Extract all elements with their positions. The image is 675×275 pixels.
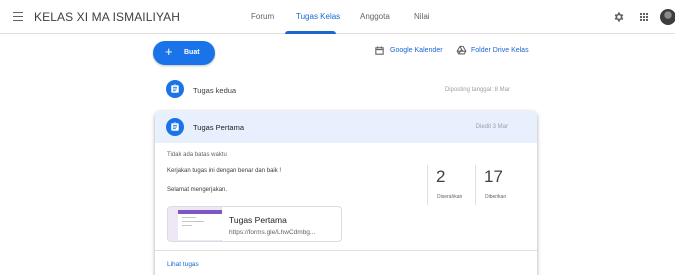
due-date-text: Tidak ada batas waktu [167, 152, 227, 158]
google-calendar-link[interactable]: Google Kalender [390, 47, 443, 54]
assigned-count[interactable]: 17 [484, 167, 503, 187]
create-button-label: Buat [184, 49, 200, 56]
assignment-date: Diposting tanggal: 8 Mar [444, 87, 510, 93]
plus-icon: + [165, 44, 173, 59]
class-drive-folder-link[interactable]: Folder Drive Kelas [471, 47, 529, 54]
assignment-icon [166, 80, 184, 98]
view-assignment-link[interactable]: Lihat tugas [167, 261, 199, 268]
assignment-description: Kerjakan tugas ini dengan benar dan baik… [167, 168, 282, 174]
active-tab-indicator [285, 31, 336, 34]
assignment-icon [166, 118, 184, 136]
attachment-title: Tugas Pertama [229, 215, 287, 225]
class-title[interactable]: KELAS XI MA ISMAILIYAH [34, 10, 180, 24]
assignment-description: Selamat mengerjakan. [167, 187, 228, 193]
avatar[interactable] [660, 9, 675, 25]
create-button[interactable]: + Buat [153, 41, 215, 65]
assignment-date: Diedit 3 Mar [475, 124, 508, 130]
submitted-label: Diserahkan [437, 194, 463, 200]
apps-grid-icon[interactable] [638, 11, 650, 23]
card-divider [155, 250, 537, 251]
menu-icon[interactable] [13, 12, 23, 21]
attachment-url: https://forms.gle/LhwCdmbg... [229, 229, 316, 236]
submitted-count[interactable]: 2 [436, 167, 445, 187]
assignment-title: Tugas kedua [193, 86, 237, 95]
stats-divider [475, 165, 476, 205]
assignment-row[interactable]: Tugas kedua Diposting tanggal: 8 Mar [155, 72, 537, 108]
attachment-thumbnail [168, 207, 222, 241]
assigned-label: Diberikan [485, 194, 507, 200]
tab-anggota[interactable]: Anggota [360, 12, 390, 21]
settings-icon[interactable] [613, 11, 625, 23]
assignment-card-expanded: Tugas Pertama Diedit 3 Mar Tidak ada bat… [155, 111, 537, 275]
tab-forum[interactable]: Forum [251, 12, 274, 21]
tab-tugas-kelas[interactable]: Tugas Kelas [296, 12, 340, 21]
calendar-icon[interactable] [374, 45, 385, 56]
stats-divider [427, 165, 428, 205]
drive-icon[interactable] [456, 45, 467, 56]
form-attachment[interactable]: Tugas Pertama https://forms.gle/LhwCdmbg… [167, 206, 342, 242]
top-app-bar: KELAS XI MA ISMAILIYAH Forum Tugas Kelas… [0, 0, 675, 34]
assignment-title: Tugas Pertama [193, 123, 244, 132]
assignment-header[interactable]: Tugas Pertama Diedit 3 Mar [155, 111, 537, 143]
tab-nilai[interactable]: Nilai [414, 12, 430, 21]
